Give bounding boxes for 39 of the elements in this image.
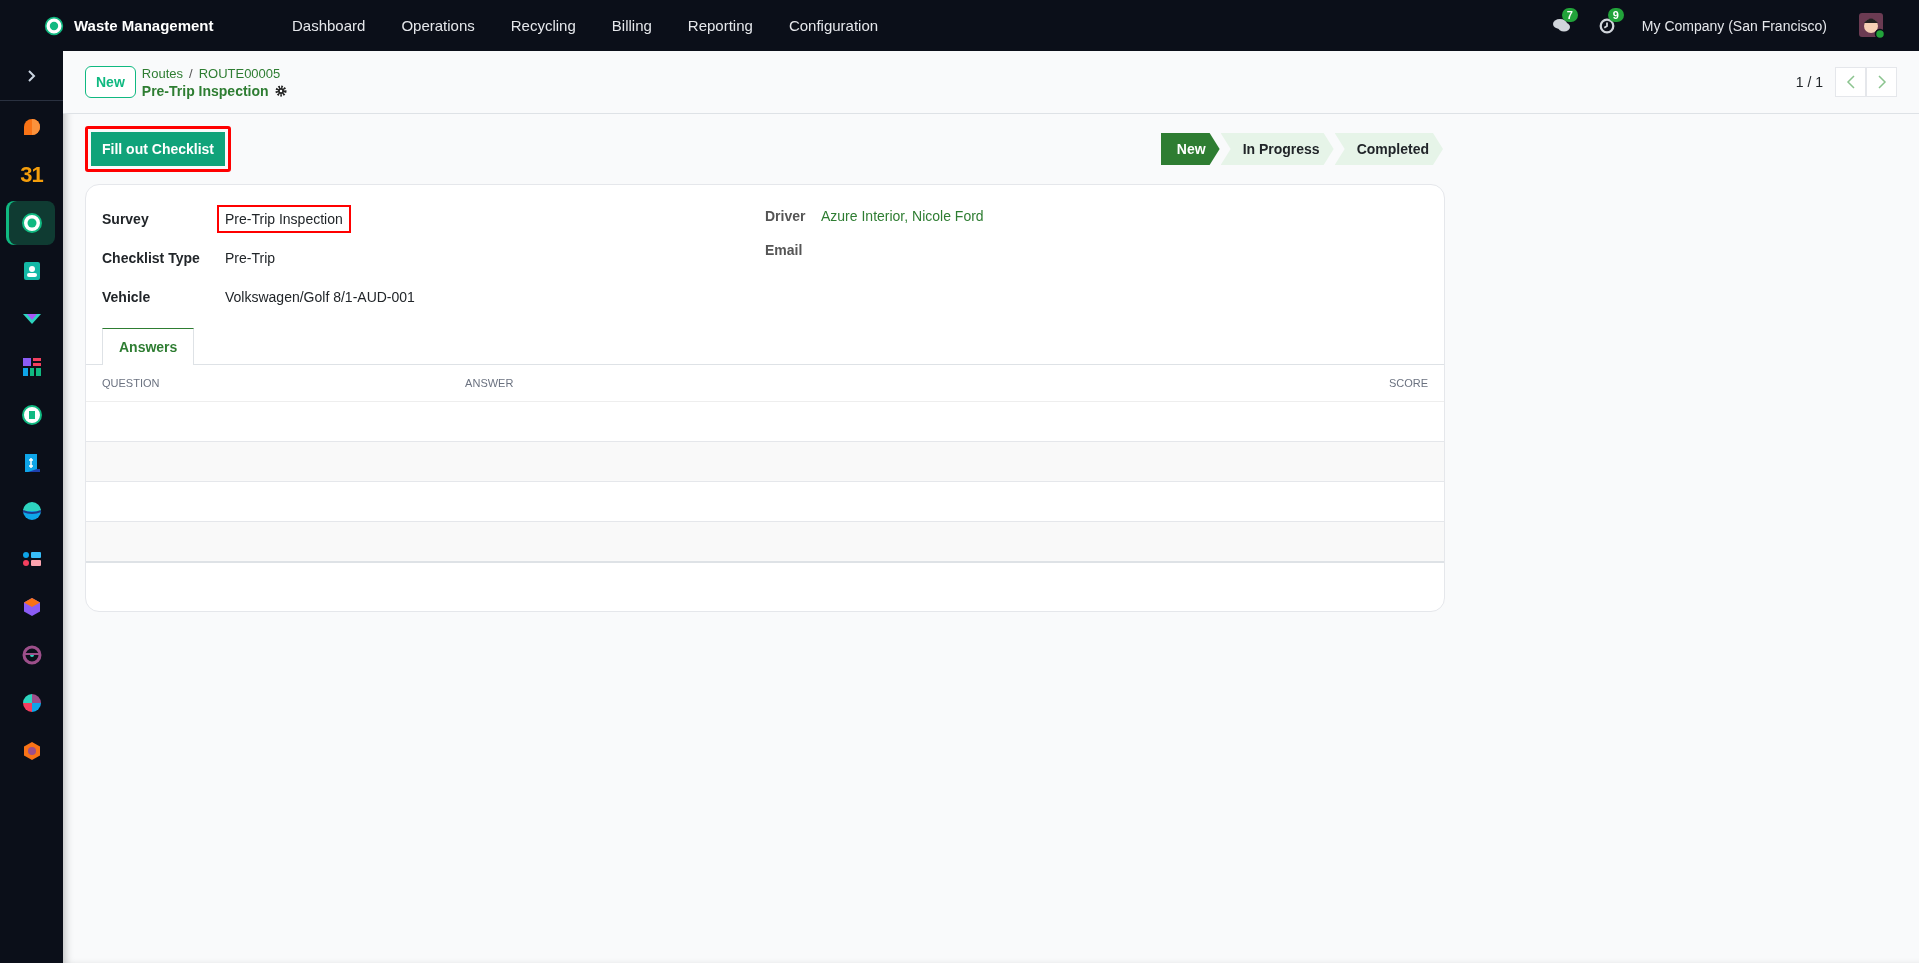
menu-item[interactable]: Recycling (492, 17, 594, 34)
chevron-right-icon[interactable] (26, 68, 37, 83)
activity-count-badge: 9 (1607, 7, 1624, 22)
menu-item[interactable]: Reporting (669, 17, 771, 34)
breadcrumb-separator: / (189, 65, 193, 81)
field-label: Vehicle (102, 288, 152, 305)
app-icon[interactable]: 31 (8, 153, 55, 197)
field-label: Checklist Type (102, 249, 201, 266)
menu-item[interactable]: Configuration (770, 17, 897, 34)
message-count-badge: 7 (1561, 7, 1578, 22)
pager-value: 1 / 1 (1795, 74, 1823, 90)
field-label: Survey (102, 210, 150, 227)
app-logo-icon[interactable] (44, 15, 64, 36)
status-step[interactable]: Completed (1334, 133, 1443, 165)
field-value[interactable]: Pre-Trip (217, 243, 284, 272)
status-step[interactable]: New (1160, 133, 1220, 165)
answers-tab[interactable]: Answers (102, 328, 195, 365)
chevron-right-icon (1876, 75, 1887, 89)
column-header: SCORE (1155, 365, 1444, 402)
breadcrumb-link[interactable]: Routes (141, 65, 183, 81)
app-name: Waste Management (74, 17, 214, 34)
field-value[interactable]: Volkswagen/Golf 8/1-AUD-001 (217, 282, 423, 311)
menu-item[interactable]: Billing (593, 17, 670, 34)
menu-item[interactable]: Dashboard (274, 17, 384, 34)
status-step[interactable]: In Progress (1220, 133, 1334, 165)
field-label: Email (765, 242, 804, 258)
column-header: ANSWER (449, 365, 1156, 402)
app-icon[interactable] (8, 201, 55, 245)
column-header: QUESTION (86, 365, 450, 402)
avatar-icon[interactable] (1859, 12, 1885, 39)
chevron-left-icon (1845, 75, 1856, 89)
driver-link[interactable]: Azure Interior, Nicole Ford (821, 208, 984, 224)
menu-item[interactable]: Operations (383, 17, 493, 34)
gear-icon[interactable] (274, 84, 287, 97)
company-name[interactable]: My Company (San Francisco) (1641, 17, 1827, 34)
breadcrumb-link[interactable]: ROUTE00005 (198, 65, 281, 81)
record-title: Pre-Trip Inspection (141, 82, 269, 99)
field-value[interactable]: Pre-Trip Inspection (217, 204, 351, 233)
field-label: Driver (765, 208, 807, 224)
